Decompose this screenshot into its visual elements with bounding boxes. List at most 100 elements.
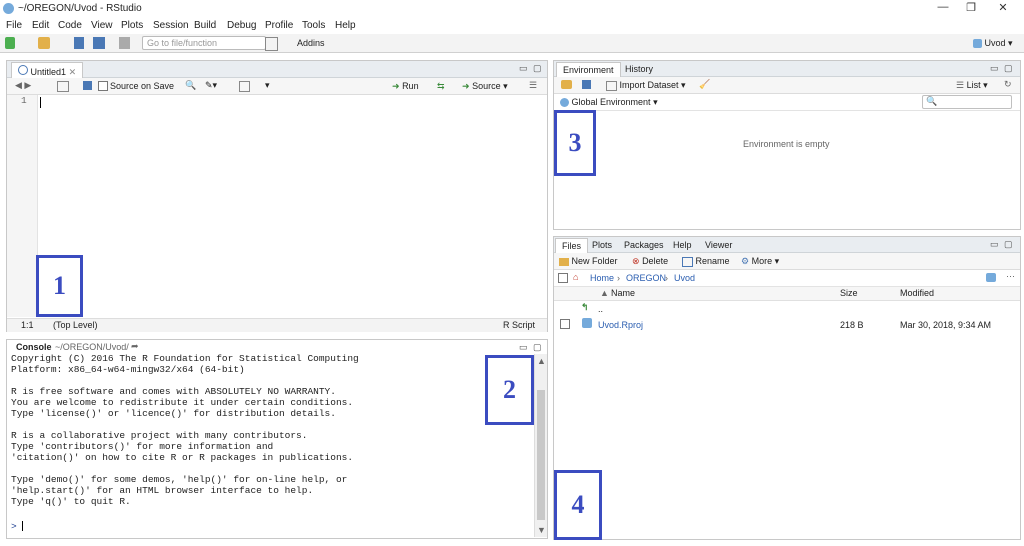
- close-button[interactable]: ✕: [988, 1, 1018, 16]
- menu-tools[interactable]: Tools: [302, 20, 325, 31]
- env-search-input[interactable]: 🔍: [922, 95, 1012, 109]
- save-all-icon[interactable]: [93, 37, 105, 49]
- breadcrumb-separator: ›: [617, 273, 620, 283]
- tab-environment[interactable]: Environment: [556, 62, 621, 77]
- column-name[interactable]: Name: [611, 288, 635, 298]
- close-tab-icon[interactable]: ✕: [69, 67, 77, 77]
- console-scrollbar[interactable]: ▲ ▼: [534, 354, 547, 537]
- tab-files[interactable]: Files: [555, 238, 589, 253]
- global-env-dropdown[interactable]: Global Environment ▾: [560, 97, 658, 108]
- file-name[interactable]: Uvod.Rproj: [598, 320, 643, 330]
- back-icon[interactable]: ◀ ▶: [15, 80, 31, 91]
- console-output[interactable]: Copyright (C) 2016 The R Foundation for …: [11, 353, 533, 523]
- save-icon[interactable]: [74, 37, 84, 49]
- go-to-dir-icon[interactable]: ➦: [131, 341, 139, 352]
- run-button[interactable]: ➜ Run: [392, 81, 419, 92]
- column-modified[interactable]: Modified: [900, 288, 934, 298]
- new-folder-button[interactable]: New Folder: [559, 256, 618, 266]
- menu-edit[interactable]: Edit: [32, 20, 49, 31]
- console-line: 'citation()' on how to cite R or R packa…: [11, 452, 354, 463]
- console-line: Copyright (C) 2016 The R Foundation for …: [11, 353, 359, 364]
- menu-code[interactable]: Code: [58, 20, 82, 31]
- scope-indicator[interactable]: (Top Level): [53, 320, 98, 330]
- goto-file-input[interactable]: Go to file/function: [142, 36, 266, 50]
- menu-debug[interactable]: Debug: [227, 20, 256, 31]
- menu-view[interactable]: View: [91, 20, 113, 31]
- go-to-project-icon[interactable]: [986, 273, 996, 282]
- magic-wand-icon[interactable]: ✎▾: [205, 80, 217, 91]
- home-icon[interactable]: ⌂: [573, 272, 578, 282]
- editor-save-icon[interactable]: [83, 81, 92, 90]
- import-dataset-button[interactable]: Import Dataset ▾: [606, 80, 686, 91]
- minimize-button[interactable]: —: [928, 1, 958, 16]
- scroll-up-icon[interactable]: ▲: [537, 356, 546, 366]
- source-on-save-label: Source on Save: [110, 81, 175, 91]
- minimize-env-icon[interactable]: ▭: [990, 63, 999, 74]
- table-row[interactable]: ↰ ..: [554, 301, 1020, 317]
- compile-report-icon[interactable]: [239, 81, 250, 92]
- find-icon[interactable]: 🔍: [185, 80, 196, 91]
- breadcrumb-home[interactable]: Home: [590, 273, 614, 283]
- minimize-pane-icon[interactable]: ▭: [519, 63, 528, 74]
- open-file-icon[interactable]: [38, 37, 50, 49]
- minimize-console-icon[interactable]: ▭: [519, 342, 528, 353]
- load-workspace-icon[interactable]: [561, 80, 572, 89]
- menu-session[interactable]: Session: [153, 20, 189, 31]
- maximize-pane-icon[interactable]: ▢: [533, 63, 542, 74]
- menu-plots[interactable]: Plots: [121, 20, 143, 31]
- menu-build[interactable]: Build: [194, 20, 216, 31]
- tab-viewer[interactable]: Viewer: [705, 240, 732, 250]
- more-button[interactable]: ⚙ More ▾: [741, 256, 779, 267]
- source-on-save-checkbox[interactable]: [98, 81, 108, 91]
- tab-packages[interactable]: Packages: [624, 240, 664, 250]
- refresh-env-icon[interactable]: ↻: [1004, 79, 1012, 90]
- view-mode-dropdown[interactable]: ☰ List ▾: [956, 80, 988, 91]
- addins-button[interactable]: Addins: [297, 38, 325, 50]
- console-path: ~/OREGON/Uvod/: [55, 342, 129, 352]
- delete-button[interactable]: ⊗ Delete: [632, 256, 668, 267]
- maximize-console-icon[interactable]: ▢: [533, 342, 542, 353]
- breadcrumb-uvod[interactable]: Uvod: [674, 273, 695, 283]
- menu-help[interactable]: Help: [335, 20, 356, 31]
- r-env-icon: [560, 98, 569, 108]
- file-type-indicator[interactable]: R Script: [503, 320, 535, 330]
- print-icon[interactable]: [119, 37, 130, 49]
- scroll-thumb[interactable]: [537, 390, 545, 520]
- up-arrow-icon: ↰: [581, 302, 589, 312]
- tab-help[interactable]: Help: [673, 240, 692, 250]
- tab-history[interactable]: History: [625, 64, 653, 74]
- code-editor[interactable]: [38, 95, 546, 317]
- save-workspace-icon[interactable]: [582, 80, 591, 89]
- restore-button[interactable]: ❐: [956, 1, 986, 16]
- table-row[interactable]: Uvod.Rproj 218 B Mar 30, 2018, 9:34 AM: [554, 317, 1020, 333]
- outline-icon[interactable]: ☰: [529, 80, 537, 91]
- more-options-icon[interactable]: ⋯: [1006, 271, 1015, 282]
- rproj-icon: [582, 318, 592, 328]
- maximize-files-icon[interactable]: ▢: [1004, 239, 1013, 250]
- environment-pane: Environment History ▭ ▢ Import Dataset ▾…: [553, 60, 1021, 230]
- source-button[interactable]: ➜ Source ▾: [462, 81, 508, 92]
- column-size[interactable]: Size: [840, 288, 858, 298]
- select-all-checkbox[interactable]: [558, 273, 568, 283]
- rerun-icon[interactable]: ⇆: [437, 81, 445, 92]
- options-dropdown-icon[interactable]: ▾: [265, 80, 270, 91]
- project-menu[interactable]: Uvod ▾: [973, 38, 1013, 50]
- clear-workspace-icon[interactable]: 🧹: [699, 79, 710, 90]
- tab-plots[interactable]: Plots: [592, 240, 612, 250]
- scroll-down-icon[interactable]: ▼: [537, 525, 546, 535]
- new-file-icon[interactable]: [5, 37, 15, 49]
- menu-file[interactable]: File: [6, 20, 22, 31]
- show-in-window-icon[interactable]: [57, 81, 69, 92]
- rename-button[interactable]: Rename: [682, 256, 730, 267]
- maximize-env-icon[interactable]: ▢: [1004, 63, 1013, 74]
- environment-toolbar: Import Dataset ▾ 🧹 ☰ List ▾ ↻: [554, 77, 1020, 94]
- label-box-3: 3: [554, 110, 596, 176]
- menu-profile[interactable]: Profile: [265, 20, 293, 31]
- minimize-files-icon[interactable]: ▭: [990, 239, 999, 250]
- breadcrumb-oregon[interactable]: OREGON: [626, 273, 666, 283]
- grid-icon[interactable]: [265, 37, 278, 51]
- console-prompt[interactable]: >: [11, 521, 24, 532]
- file-name[interactable]: ..: [598, 304, 603, 314]
- row-checkbox[interactable]: [560, 319, 570, 329]
